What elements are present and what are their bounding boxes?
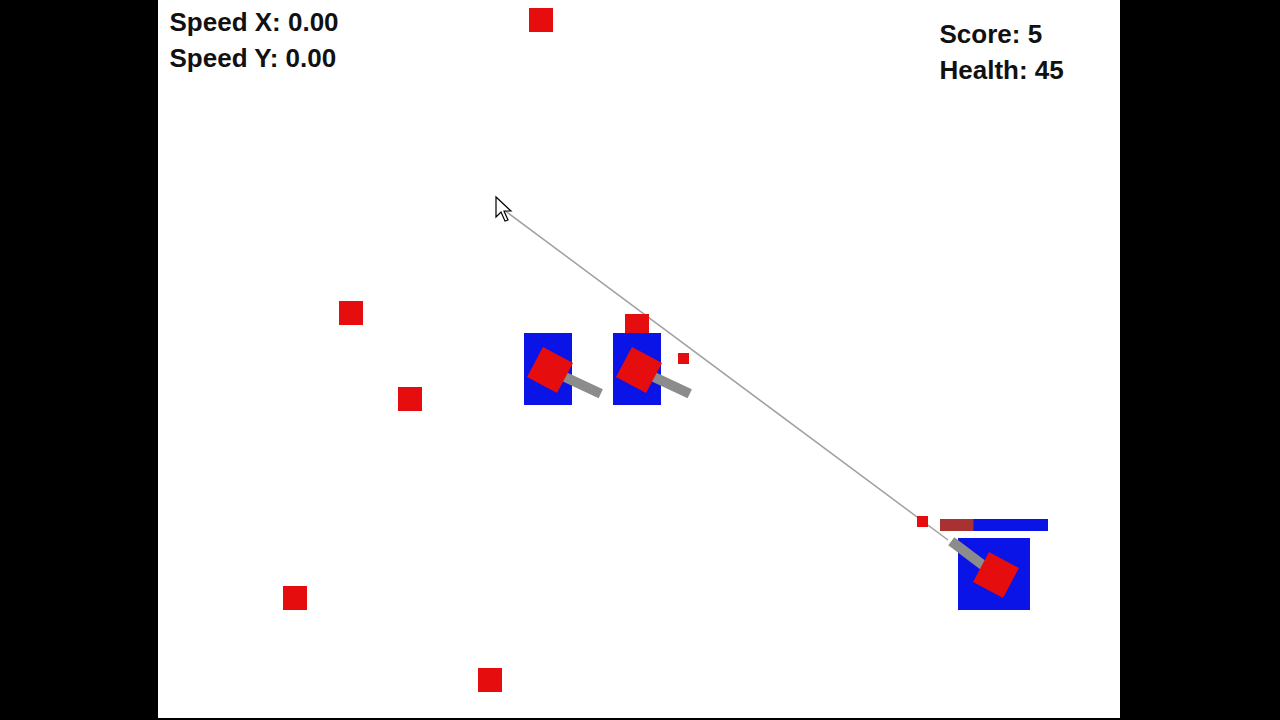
red-block <box>529 8 553 32</box>
red-block <box>478 668 502 692</box>
health-label: Health: 45 <box>940 52 1064 88</box>
health-bar <box>940 519 1048 531</box>
speed-x-label: Speed X: 0.00 <box>170 4 339 40</box>
bullet <box>678 353 689 364</box>
game-area[interactable]: Speed X: 0.00Speed Y: 0.00 Score: 5Healt… <box>158 0 1120 718</box>
red-block <box>283 586 307 610</box>
aim-line <box>500 207 948 540</box>
tank-body <box>613 333 661 405</box>
speed-readout: Speed X: 0.00Speed Y: 0.00 <box>170 4 339 76</box>
red-block <box>625 314 649 334</box>
player-tank[interactable] <box>948 537 1030 610</box>
score-label: Score: 5 <box>940 16 1064 52</box>
tank-body <box>524 333 572 405</box>
red-block <box>339 301 363 325</box>
playfield[interactable] <box>158 0 1120 718</box>
speed-y-label: Speed Y: 0.00 <box>170 40 339 76</box>
bullet <box>917 516 928 527</box>
red-block <box>398 387 422 411</box>
health-bar-track <box>940 519 1048 531</box>
enemy-tank[interactable] <box>524 333 603 405</box>
tank-turret <box>527 347 573 393</box>
tank-turret <box>973 552 1019 598</box>
tank-turret <box>616 347 662 393</box>
score-panel: Score: 5Health: 45 <box>940 16 1064 88</box>
health-bar-fill <box>973 519 1048 531</box>
mouse-cursor-icon <box>496 197 511 221</box>
enemy-tank[interactable] <box>613 333 692 405</box>
